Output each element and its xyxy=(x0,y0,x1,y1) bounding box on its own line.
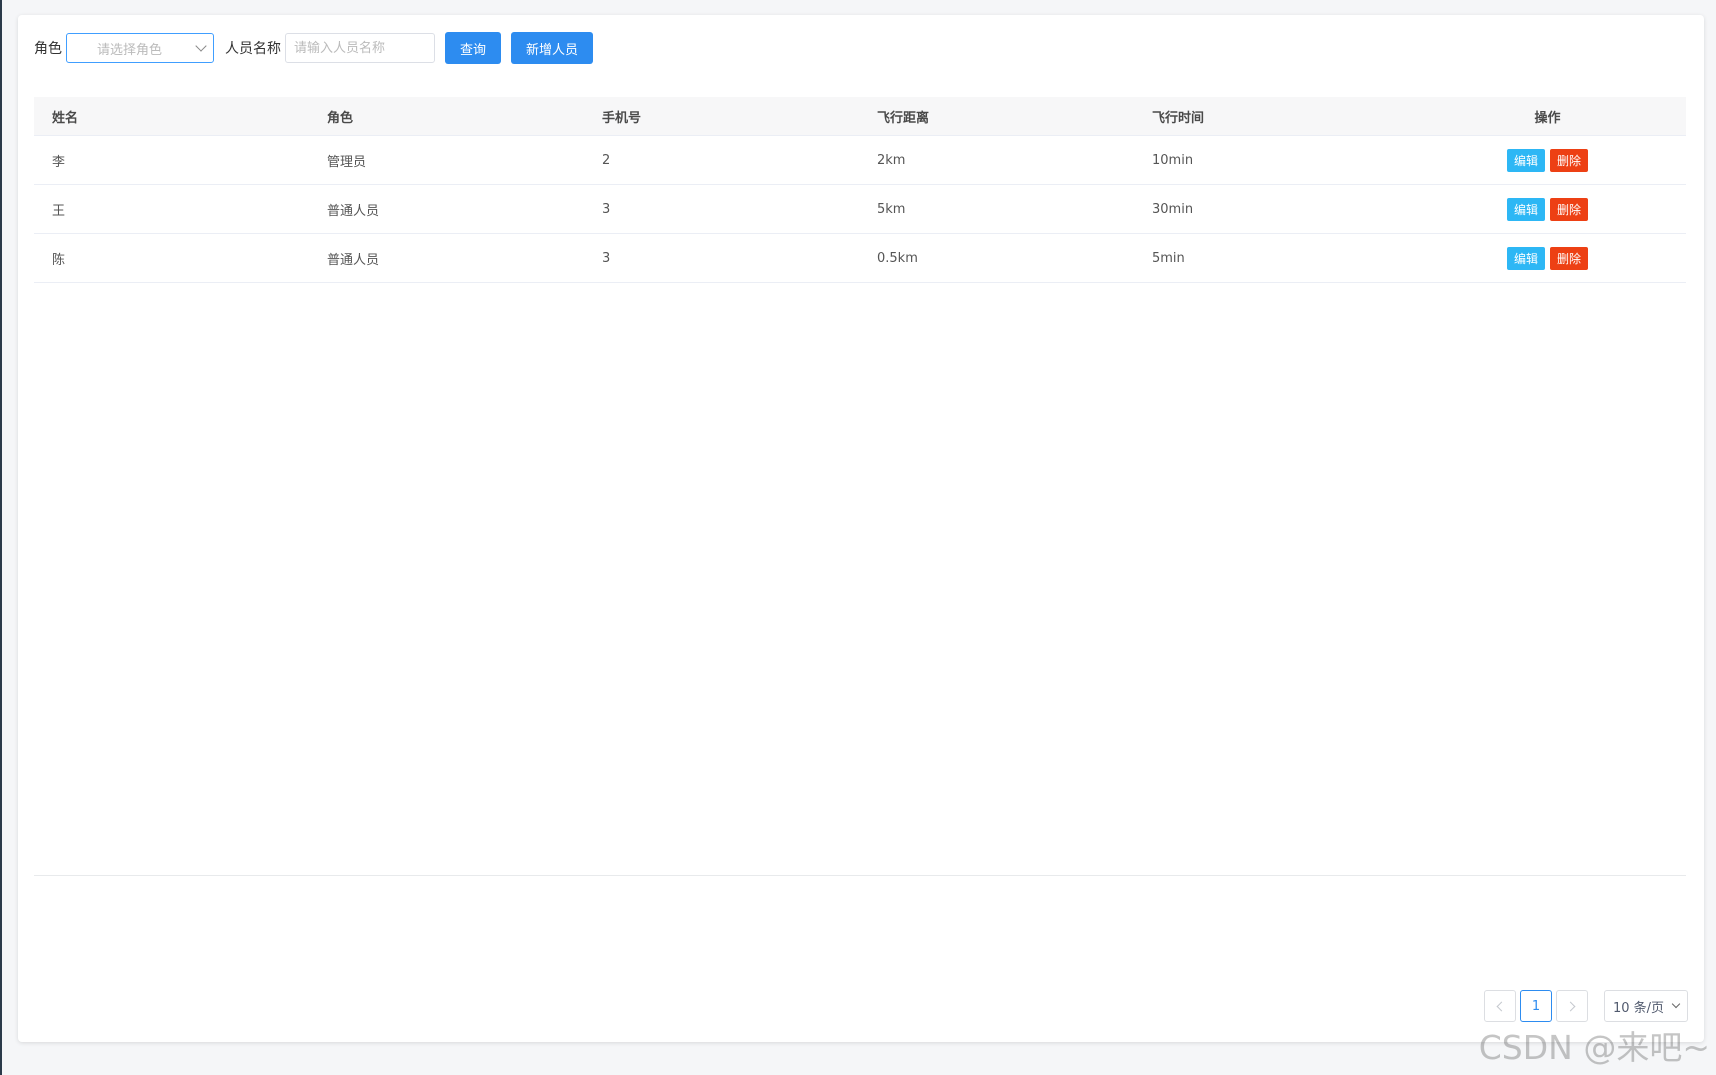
cell-distance: 0.5km xyxy=(877,250,918,266)
delete-button[interactable]: 删除 xyxy=(1550,197,1589,221)
role-select-placeholder: 请选择角色 xyxy=(97,42,163,58)
column-header-distance: 飞行距离 xyxy=(877,110,930,126)
table-row: 李 管理员 2 2km 10min 编辑 删除 xyxy=(34,136,1686,185)
cell-phone: 3 xyxy=(602,250,611,266)
column-header-time: 飞行时间 xyxy=(1152,110,1205,126)
cell-name: 陈 xyxy=(52,252,66,268)
add-person-button[interactable]: 新增人员 xyxy=(511,32,594,64)
page-size-select[interactable]: 10 条/页 xyxy=(1604,990,1688,1022)
prev-page-button[interactable] xyxy=(1484,990,1516,1022)
next-page-button[interactable] xyxy=(1556,990,1588,1022)
column-header-role: 角色 xyxy=(327,110,354,126)
cell-time: 30min xyxy=(1152,201,1194,217)
cell-role: 普通人员 xyxy=(327,252,380,268)
table-row: 陈 普通人员 3 0.5km 5min 编辑 删除 xyxy=(34,234,1686,283)
query-button[interactable]: 查询 xyxy=(445,32,502,64)
chevron-down-icon xyxy=(1671,999,1681,1009)
column-header-phone: 手机号 xyxy=(602,110,642,126)
role-select[interactable]: 请选择角色 xyxy=(66,33,214,63)
delete-button[interactable]: 删除 xyxy=(1550,246,1589,270)
chevron-down-icon xyxy=(195,40,207,52)
cell-name: 李 xyxy=(52,154,66,170)
role-label: 角色 xyxy=(34,41,62,57)
watermark: CSDN @来吧~ xyxy=(1478,1028,1710,1067)
edit-button[interactable]: 编辑 xyxy=(1506,197,1545,221)
cell-distance: 2km xyxy=(877,152,906,168)
column-header-name: 姓名 xyxy=(52,110,79,126)
cell-name: 王 xyxy=(52,203,66,219)
cell-phone: 3 xyxy=(602,201,611,217)
edit-button[interactable]: 编辑 xyxy=(1506,246,1545,270)
cell-role: 管理员 xyxy=(327,154,367,170)
chevron-right-icon xyxy=(1565,1001,1576,1011)
filter-toolbar: 角色 请选择角色 人员名称 查询 新增人员 xyxy=(34,32,603,64)
pagination: 1 10 条/页 xyxy=(1480,990,1688,1022)
table-bottom-divider xyxy=(34,875,1686,876)
cell-time: 5min xyxy=(1152,250,1185,266)
column-header-actions: 操作 xyxy=(1534,110,1561,126)
cell-actions: 编辑 删除 xyxy=(1409,197,1686,221)
personnel-table: 姓名 角色 手机号 飞行距离 飞行时间 操作 李 管理员 2 2km 10min… xyxy=(34,97,1686,283)
cell-time: 10min xyxy=(1152,152,1194,168)
name-label: 人员名称 xyxy=(225,41,281,57)
page-size-value: 10 条/页 xyxy=(1613,1000,1665,1016)
main-card: 角色 请选择角色 人员名称 查询 新增人员 姓名 角色 手机号 飞行距离 飞行时… xyxy=(18,15,1704,1042)
cell-role: 普通人员 xyxy=(327,203,380,219)
left-sidebar-edge xyxy=(0,0,2,1075)
page-number-button[interactable]: 1 xyxy=(1520,990,1552,1022)
table-header: 姓名 角色 手机号 飞行距离 飞行时间 操作 xyxy=(34,97,1686,136)
cell-actions: 编辑 删除 xyxy=(1409,246,1686,270)
cell-actions: 编辑 删除 xyxy=(1409,148,1686,172)
name-search-input[interactable] xyxy=(285,33,435,63)
cell-distance: 5km xyxy=(877,201,906,217)
table-row: 王 普通人员 3 5km 30min 编辑 删除 xyxy=(34,185,1686,234)
cell-phone: 2 xyxy=(602,152,611,168)
delete-button[interactable]: 删除 xyxy=(1550,148,1589,172)
edit-button[interactable]: 编辑 xyxy=(1506,148,1545,172)
chevron-left-icon xyxy=(1496,1001,1507,1011)
